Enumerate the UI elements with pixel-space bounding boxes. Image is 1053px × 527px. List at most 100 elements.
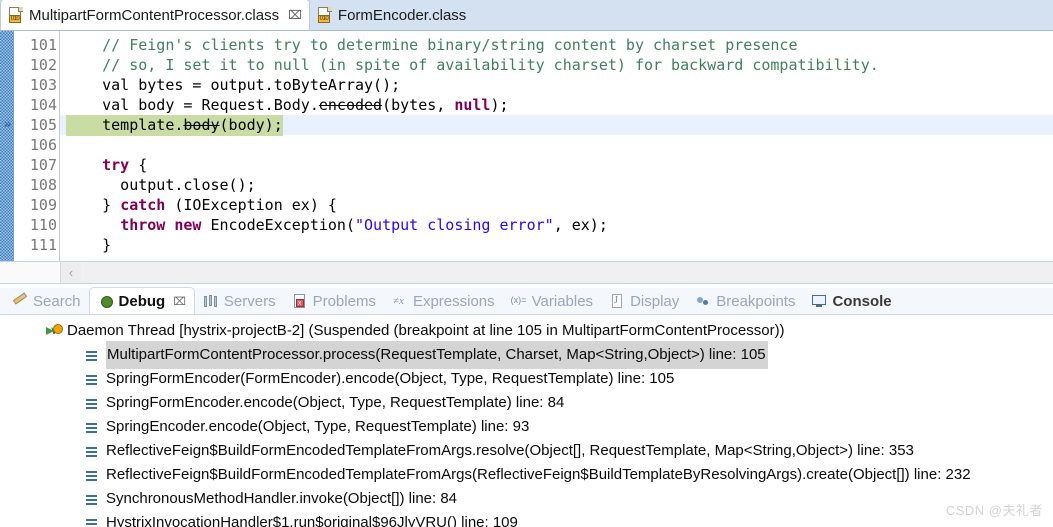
stack-frame-label: HystrixInvocationHandler$1.run$original$… [106,514,518,527]
code-line[interactable]: throw new EncodeException("Output closin… [60,215,1053,235]
debug-tab-search[interactable]: Search [4,288,89,314]
stack-frame-label: MultipartFormContentProcessor.process(Re… [106,341,768,369]
line-number: 106 [14,135,59,155]
code-token: // so, I set it to null (in spite of ava… [66,56,879,74]
code-line[interactable] [60,135,1053,155]
editor-tab-multipartformcontentprocessor[interactable]: 010 MultipartFormContentProcessor.class … [0,0,310,30]
code-token: try [102,156,130,174]
editor-tab-formencoder[interactable]: 010 FormEncoder.class [310,0,473,30]
code-token: (body); [219,116,283,134]
code-token: ); [490,96,509,114]
stack-frame-row[interactable]: HystrixInvocationHandler$1.run$original$… [0,511,1053,527]
code-line[interactable]: output.close(); [60,175,1053,195]
console-icon [811,293,827,309]
debug-tab-variables[interactable]: (x)= Variables [503,288,601,314]
line-number: 104 [14,95,59,115]
stack-frame-label: SpringEncoder.encode(Object, Type, Reque… [106,418,530,435]
stack-frame-row[interactable]: SpringFormEncoder.encode(Object, Type, R… [0,391,1053,415]
editor-tab-label: MultipartFormContentProcessor.class [29,6,280,24]
stack-frame-icon [84,515,100,527]
variables-icon: (x)= [510,295,527,305]
code-token: EncodeException( [201,216,355,234]
code-line[interactable]: val bytes = output.toByteArray(); [60,75,1053,95]
line-number-ruler: 101 102 103 104 » 105 106 107 108 109 110 111 [4,31,60,261]
code-token: output.close(); [66,176,256,194]
code-token: , ex); [553,216,608,234]
stack-frame-row[interactable]: ReflectiveFeign$BuildFormEncodedTemplate… [0,463,1053,487]
servers-icon [203,293,219,309]
line-number: 111 [14,235,59,255]
code-line[interactable]: // so, I set it to null (in spite of ava… [60,55,1053,75]
line-number-label: 103 [29,76,57,94]
debug-tab-problems[interactable]: x Problems [284,288,384,314]
debug-tab-expressions[interactable]: ≠x Expressions [384,288,503,314]
debug-stack-tree[interactable]: ∨Daemon Thread [hystrix-projectB-2] (Sus… [0,315,1053,527]
debug-thread-node[interactable]: ∨Daemon Thread [hystrix-projectB-2] (Sus… [0,319,1053,343]
code-line[interactable]: template.body(body); [60,115,1053,136]
current-instruction-highlight: template.body(body); [66,115,283,136]
code-token: } [66,196,121,214]
change-ruler[interactable] [0,31,14,261]
stack-frame-icon [84,467,100,483]
code-token: catch [120,196,166,214]
debug-tab-label: Expressions [412,292,495,310]
scroll-left-icon[interactable]: ‹ [61,262,81,283]
search-icon [12,292,28,309]
line-number-label: 110 [29,216,57,234]
line-number-label: 111 [29,236,57,254]
stack-frame-icon [84,371,100,387]
class-file-icon: 010 [317,7,333,23]
debug-tab-debug[interactable]: Debug ⌧ [88,287,195,314]
source-code-text[interactable]: // Feign's clients try to determine bina… [60,31,1053,261]
debug-tab-label: Console [832,292,892,310]
code-line[interactable]: try { [60,155,1053,175]
line-number-label: 101 [29,36,57,54]
debug-tab-label: Problems [312,292,376,310]
scrollbar-left-pad [0,262,61,283]
code-editor[interactable]: 101 102 103 104 » 105 106 107 108 109 110 111 // Fe… [0,31,1053,262]
debug-tab-label: Debug [118,292,166,310]
code-token: (bytes, [382,96,455,114]
code-token: null [454,96,491,114]
debug-thread-label: Daemon Thread [hystrix-projectB-2] (Susp… [67,322,785,339]
stack-frame-label: ReflectiveFeign$BuildFormEncodedTemplate… [106,466,971,483]
stack-frame-row[interactable]: SpringEncoder.encode(Object, Type, Reque… [0,415,1053,439]
bug-icon [98,293,114,309]
line-number-label: 102 [29,56,57,74]
stack-frame-row[interactable]: ReflectiveFeign$BuildFormEncodedTemplate… [0,439,1053,463]
debug-tab-breakpoints[interactable]: Breakpoints [687,288,803,314]
line-number: 107 [14,155,59,175]
stack-frame-row[interactable]: SpringFormEncoder(FormEncoder).encode(Ob… [0,367,1053,391]
debug-tab-label: Display [630,292,680,310]
code-line[interactable]: val body = Request.Body.encoded(bytes, n… [60,95,1053,115]
code-token: template. [66,116,184,134]
code-line[interactable]: } catch (IOException ex) { [60,195,1053,215]
close-icon[interactable]: ⌧ [173,295,186,308]
close-icon[interactable]: ⌧ [288,9,302,21]
stack-frame-icon [84,419,100,435]
debug-tab-label: Servers [223,292,276,310]
expressions-icon: ≠x [392,295,404,307]
stack-frame-row[interactable]: MultipartFormContentProcessor.process(Re… [0,341,1053,369]
debug-tab-console[interactable]: Console [803,288,899,314]
code-token: encoded [318,96,383,114]
code-line[interactable]: // Feign's clients try to determine bina… [60,35,1053,55]
code-token: } [66,236,112,254]
code-token: "Output closing error" [355,216,554,234]
editor-horizontal-scrollbar[interactable]: ‹ [0,262,1053,284]
debug-tab-display[interactable]: J Display [601,288,687,314]
code-token: (IOException ex) { [165,196,337,214]
editor-tab-label: FormEncoder.class [337,6,467,24]
line-number-label: 105 [29,116,57,134]
editor-tab-bar: 010 MultipartFormContentProcessor.class … [0,0,1053,31]
code-line[interactable]: } [60,235,1053,255]
debug-view-tab-bar: Search Debug ⌧ Servers x Problems ≠x Expression… [0,287,1053,315]
debug-tab-servers[interactable]: Servers [195,288,284,314]
stack-frame-row[interactable]: SynchronousMethodHandler.invoke(Object[]… [0,487,1053,511]
code-token: val body = Request.Body. [66,96,319,114]
code-token: // Feign's clients try to determine bina… [66,36,798,54]
eclipse-ide-window: 010 MultipartFormContentProcessor.class … [0,0,1053,527]
scrollbar-track[interactable] [81,262,1053,283]
